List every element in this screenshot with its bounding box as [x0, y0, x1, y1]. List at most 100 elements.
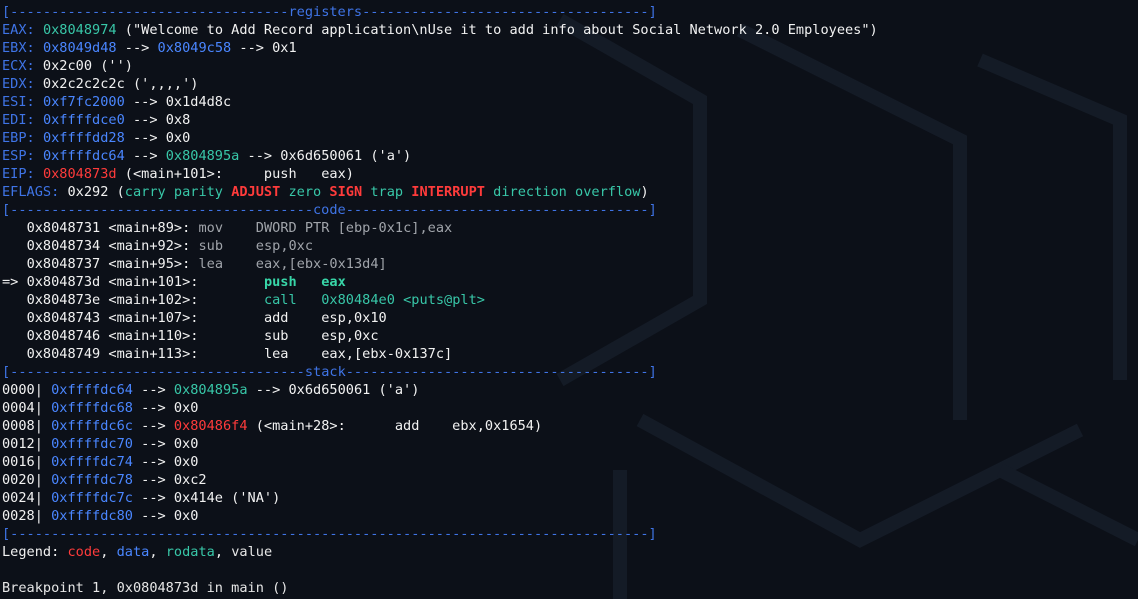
register-value-part: --> 0x1	[231, 40, 297, 56]
code-operands: eax,[ebx-0x13d4]	[255, 256, 387, 272]
register-line: EDI: 0xffffdce0 --> 0x8	[2, 111, 1138, 129]
code-operands: esp,0x10	[321, 310, 387, 326]
stack-line: 0008| 0xffffdc6c --> 0x80486f4 (<main+28…	[2, 417, 1138, 435]
registers-section-label: registers	[288, 4, 363, 20]
registers-panel: EAX: 0x8048974 ("Welcome to Add Record a…	[2, 21, 1138, 183]
separator-right: -------------------------------------]	[345, 202, 657, 218]
register-value-part: --> 0x0	[124, 130, 191, 146]
code-address: 0x8048746	[26, 328, 101, 344]
code-mnemonic: sub	[198, 238, 224, 254]
stack-line: 0016| 0xffffdc74 --> 0x0	[2, 453, 1138, 471]
instruction-pointer-marker	[2, 292, 27, 308]
stack-value-part: 0xffffdc68	[51, 400, 133, 416]
stack-value-part: --> 0x0	[132, 508, 199, 524]
code-operands: esp,0xc	[255, 238, 314, 254]
legend-code: code	[67, 544, 101, 560]
register-value-part: --> 0x6d650061 ('a')	[239, 148, 412, 164]
stack-value-part: --> 0x6d650061 ('a')	[247, 382, 420, 398]
register-value-part: 0x8048974	[42, 22, 117, 38]
register-value-part: -->	[124, 148, 166, 164]
code-operands: 0x80484e0 <puts@plt>	[321, 292, 485, 308]
eflag-zero: zero	[288, 184, 322, 200]
code-mnemonic: lea	[263, 346, 289, 362]
register-name: ESI:	[2, 94, 35, 110]
register-value-part: 0x804873d	[42, 166, 117, 182]
legend-comma: ,	[214, 544, 232, 560]
register-value-part	[35, 148, 43, 164]
code-address: 0x804873e	[26, 292, 101, 308]
code-mnemonic: lea	[198, 256, 224, 272]
register-name: EIP:	[2, 166, 35, 182]
stack-value-part: 0x80486f4	[173, 418, 248, 434]
code-mnemonic: add	[263, 310, 289, 326]
code-symbol: <main+113>:	[108, 346, 199, 362]
register-value-part	[35, 40, 43, 56]
code-mnemonic: mov	[198, 220, 224, 236]
flag-spacer	[166, 184, 174, 200]
stack-value-part: 0xffffdc6c	[51, 418, 133, 434]
stack-value-part: --> 0xc2	[132, 472, 207, 488]
register-value-part	[35, 112, 43, 128]
register-name: EDI:	[2, 112, 35, 128]
register-line: EBP: 0xffffdd28 --> 0x0	[2, 129, 1138, 147]
legend-comma: ,	[100, 544, 117, 560]
register-value-part	[35, 22, 43, 38]
stack-offset: 0000|	[2, 382, 43, 398]
stack-line: 0020| 0xffffdc78 --> 0xc2	[2, 471, 1138, 489]
code-address: 0x8048734	[26, 238, 101, 254]
register-value-part: --> 0x8	[124, 112, 191, 128]
register-value-part: (<main+101>: push eax)	[116, 166, 354, 182]
eflag-trap: trap	[370, 184, 404, 200]
register-name: ESP:	[2, 148, 35, 164]
code-symbol: <main+92>:	[108, 238, 191, 254]
stack-offset: 0028|	[2, 508, 43, 524]
register-value-part: 0xffffdc64	[42, 148, 125, 164]
code-address: 0x804873d	[26, 274, 101, 290]
code-address: 0x8048731	[26, 220, 101, 236]
eflag-parity: parity	[173, 184, 223, 200]
code-line: 0x8048734 <main+92>: sub esp,0xc	[2, 237, 1138, 255]
separator-left: [----------------------------------	[2, 4, 289, 20]
register-line: EIP: 0x804873d (<main+101>: push eax)	[2, 165, 1138, 183]
stack-line: 0004| 0xffffdc68 --> 0x0	[2, 399, 1138, 417]
legend-rodata: rodata	[165, 544, 215, 560]
code-address: 0x8048743	[26, 310, 101, 326]
code-mnemonic: call	[263, 292, 297, 308]
register-value-part: 0xffffdce0	[42, 112, 125, 128]
register-value-part: 0x2c00 ('')	[34, 58, 133, 74]
code-mnemonic: push	[263, 274, 297, 290]
stack-line: 0000| 0xffffdc64 --> 0x804895a --> 0x6d6…	[2, 381, 1138, 399]
stack-panel: 0000| 0xffffdc64 --> 0x804895a --> 0x6d6…	[2, 381, 1138, 525]
register-value-part: 0x804895a	[165, 148, 240, 164]
legend-data: data	[116, 544, 150, 560]
register-line: ECX: 0x2c00 ('')	[2, 57, 1138, 75]
register-line: ESI: 0xf7fc2000 --> 0x1d4d8c	[2, 93, 1138, 111]
stack-value-part: 0x804895a	[173, 382, 248, 398]
stack-offset: 0004|	[2, 400, 43, 416]
stack-line: 0012| 0xffffdc70 --> 0x0	[2, 435, 1138, 453]
stack-value-part	[43, 436, 51, 452]
code-address: 0x8048737	[26, 256, 101, 272]
stack-line: 0028| 0xffffdc80 --> 0x0	[2, 507, 1138, 525]
register-line: EBX: 0x8049d48 --> 0x8049c58 --> 0x1	[2, 39, 1138, 57]
stack-value-part: --> 0x0	[132, 454, 199, 470]
eflags-line: EFLAGS: 0x292 (carry parity ADJUST zero …	[2, 183, 1138, 201]
register-name: EBP:	[2, 130, 35, 146]
stack-offset: 0016|	[2, 454, 43, 470]
code-operands: eax	[321, 274, 346, 290]
terminal-output: [----------------------------------regis…	[0, 0, 1138, 597]
register-value-part: -->	[116, 40, 158, 56]
register-line: EDX: 0x2c2c2c2c (',,,,')	[2, 75, 1138, 93]
register-line: EAX: 0x8048974 ("Welcome to Add Record a…	[2, 21, 1138, 39]
register-value-part: 0xffffdd28	[42, 130, 125, 146]
instruction-pointer-marker	[2, 256, 27, 272]
code-mnemonic: sub	[263, 328, 289, 344]
register-value-part: 0xf7fc2000	[42, 94, 125, 110]
separator-left: [-------------------------------------	[2, 202, 313, 218]
